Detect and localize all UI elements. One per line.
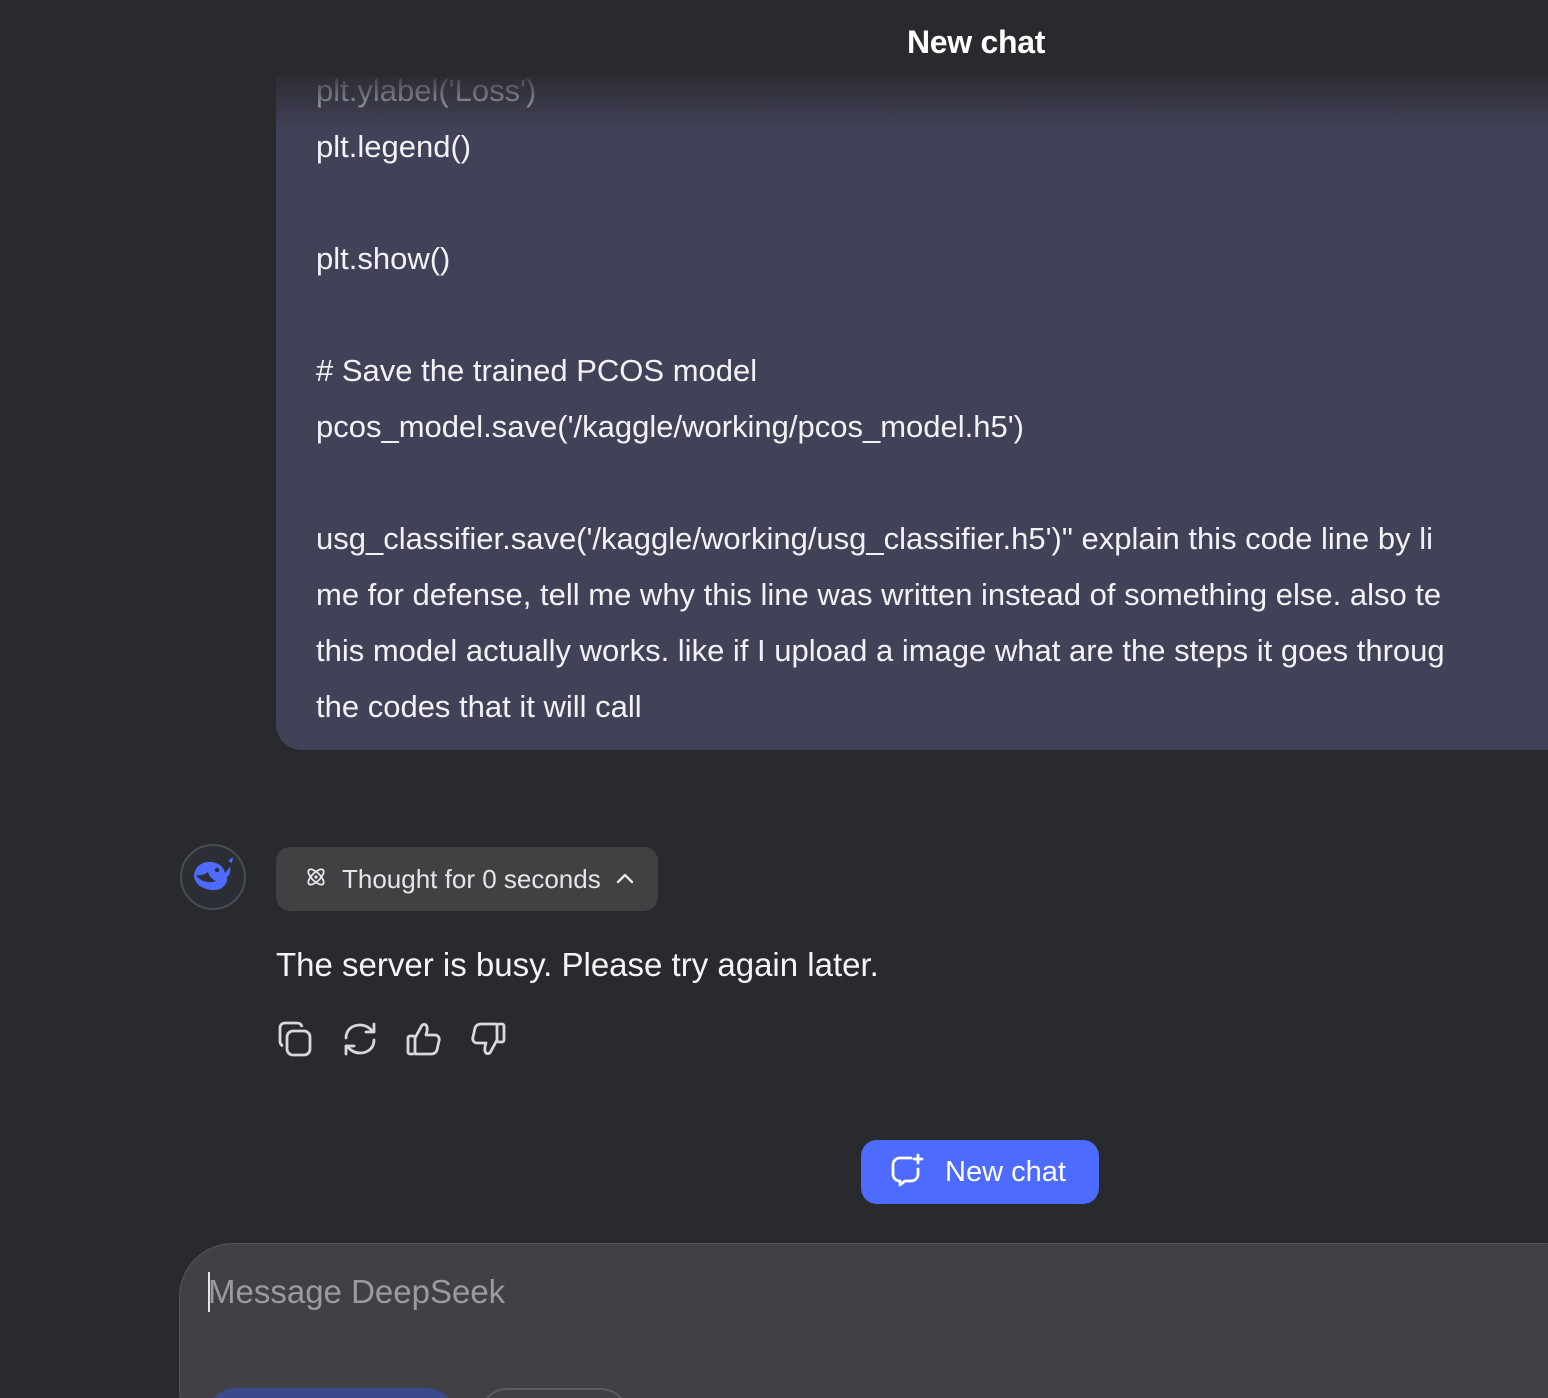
user-message-line: # Save the trained PCOS model	[316, 353, 758, 388]
text-caret	[208, 1272, 210, 1312]
chat-page: plt.ylabel('Loss') plt.legend() plt.show…	[0, 0, 1548, 1398]
assistant-response-text: The server is busy. Please try again lat…	[276, 946, 879, 983]
message-composer	[179, 1243, 1548, 1398]
copy-button[interactable]	[275, 1020, 317, 1062]
composer-mode-toggle-2[interactable]	[478, 1388, 630, 1398]
user-message-line: plt.legend()	[316, 129, 472, 164]
copy-icon	[276, 1019, 316, 1064]
like-button[interactable]	[403, 1020, 445, 1062]
dislike-button[interactable]	[467, 1020, 509, 1062]
new-chat-button[interactable]: New chat	[861, 1140, 1099, 1204]
regenerate-button[interactable]	[339, 1020, 381, 1062]
user-message-line: the codes that it will call	[316, 689, 642, 724]
refresh-icon	[340, 1019, 380, 1064]
chevron-up-icon	[615, 872, 635, 886]
user-message-line: plt.ylabel('Loss')	[316, 73, 537, 108]
user-message-line: me for defense, tell me why this line wa…	[316, 577, 1442, 612]
atom-icon	[304, 865, 328, 894]
thumbs-up-icon	[404, 1019, 444, 1064]
thought-toggle-button[interactable]: Thought for 0 seconds	[276, 847, 658, 911]
new-chat-label: New chat	[945, 1155, 1066, 1188]
assistant-avatar	[180, 844, 246, 910]
deepseek-whale-icon	[190, 855, 236, 900]
user-message-line: this model actually works. like if I upl…	[316, 633, 1445, 668]
thumbs-down-icon	[468, 1019, 508, 1064]
thought-label: Thought for 0 seconds	[342, 863, 601, 894]
user-message-line: usg_classifier.save('/kaggle/working/usg…	[316, 521, 1434, 556]
new-chat-icon	[889, 1152, 925, 1193]
user-message-line: pcos_model.save('/kaggle/working/pcos_mo…	[316, 409, 1024, 444]
message-input[interactable]	[208, 1270, 1408, 1314]
page-title: New chat	[907, 24, 1046, 60]
chat-header: New chat	[0, 0, 1548, 76]
user-message-line: plt.show()	[316, 241, 451, 276]
composer-mode-toggle-1[interactable]	[206, 1388, 456, 1398]
